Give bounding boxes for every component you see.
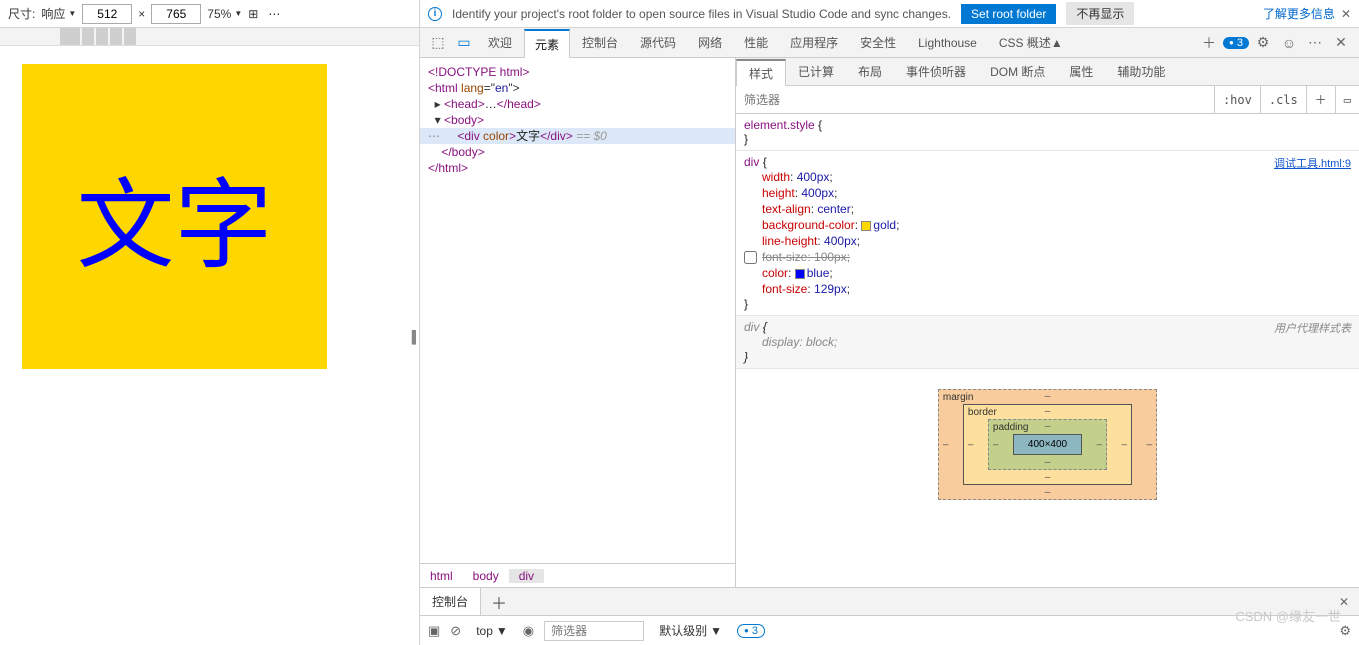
close-icon[interactable]: ✕ xyxy=(1341,7,1351,21)
device-icon[interactable]: ▭ xyxy=(452,34,476,51)
subtab-dombp[interactable]: DOM 断点 xyxy=(978,58,1057,85)
computed-toggle-icon[interactable]: ▭ xyxy=(1335,86,1359,113)
subtab-listeners[interactable]: 事件侦听器 xyxy=(894,58,978,85)
add-tab-icon[interactable]: ＋ xyxy=(1197,33,1221,53)
root-folder-notification: i Identify your project's root folder to… xyxy=(420,0,1359,27)
crumb-div[interactable]: div xyxy=(509,569,544,583)
console-filter-input[interactable] xyxy=(544,621,644,641)
console-sidebar-icon[interactable]: ▣ xyxy=(428,623,440,639)
learn-more-link[interactable]: 了解更多信息✕ xyxy=(1263,5,1351,22)
set-root-button[interactable]: Set root folder xyxy=(961,4,1056,24)
cls-toggle[interactable]: .cls xyxy=(1260,86,1306,113)
dim-x: × xyxy=(138,7,145,21)
tab-performance[interactable]: 性能 xyxy=(734,28,778,57)
drawer-add-icon[interactable]: ＋ xyxy=(481,590,517,614)
crumb-html[interactable]: html xyxy=(420,569,463,583)
pane-resizer[interactable]: ▌ xyxy=(412,317,420,357)
tab-security[interactable]: 安全性 xyxy=(850,28,906,57)
tab-sources[interactable]: 源代码 xyxy=(630,28,686,57)
crumb-body[interactable]: body xyxy=(463,569,509,583)
console-settings-icon[interactable]: ⚙ xyxy=(1339,623,1351,639)
console-issues-chip[interactable]: 3 xyxy=(737,624,765,638)
clear-console-icon[interactable]: ⊘ xyxy=(450,623,461,639)
tab-welcome[interactable]: 欢迎 xyxy=(478,28,522,57)
subtab-styles[interactable]: 样式 xyxy=(736,59,786,86)
styles-filter-input[interactable] xyxy=(736,86,1214,113)
selected-node[interactable]: ⋯ <div color>文字</div> == $0 xyxy=(420,128,735,144)
rendered-text: 文字 xyxy=(76,146,272,288)
rendered-div: 文字 xyxy=(22,64,327,369)
tab-lighthouse[interactable]: Lighthouse xyxy=(908,28,987,57)
inspect-icon[interactable]: ⬚ xyxy=(426,34,450,51)
subtab-layout[interactable]: 布局 xyxy=(846,58,894,85)
preview-pane: 文字 ▌ xyxy=(0,28,420,645)
dismiss-button[interactable]: 不再显示 xyxy=(1066,2,1134,25)
hov-toggle[interactable]: :hov xyxy=(1214,86,1260,113)
issues-chip[interactable]: 3 xyxy=(1223,37,1249,49)
notif-message: Identify your project's root folder to o… xyxy=(452,7,951,21)
feedback-icon[interactable]: ☺ xyxy=(1277,35,1301,51)
tab-css-overview[interactable]: CSS 概述 ▲ xyxy=(989,28,1073,57)
styles-subtabs: 样式 已计算 布局 事件侦听器 DOM 断点 属性 辅助功能 xyxy=(736,58,1359,86)
device-toolbar: 尺寸: 响应▼ × 75%▼ ⊞ ⋯ xyxy=(0,0,420,27)
width-input[interactable] xyxy=(82,4,132,24)
subtab-props[interactable]: 属性 xyxy=(1057,58,1105,85)
ruler xyxy=(0,28,419,46)
subtab-a11y[interactable]: 辅助功能 xyxy=(1105,58,1177,85)
settings-icon[interactable]: ⚙ xyxy=(1251,34,1275,51)
tab-elements[interactable]: 元素 xyxy=(524,29,570,58)
drawer-close-icon[interactable]: ✕ xyxy=(1329,595,1359,609)
breadcrumb: html body div xyxy=(420,563,735,587)
size-label: 尺寸: xyxy=(8,5,35,22)
devtools-tabbar: ⬚ ▭ 欢迎 元素 控制台 源代码 网络 性能 应用程序 安全性 Lightho… xyxy=(420,28,1359,58)
console-drawer: 控制台 ＋ ✕ ▣ ⊘ top ▼ ◉ 默认级别 ▼ 3 ⚙ xyxy=(420,587,1359,645)
device-more-icon[interactable]: ⋯ xyxy=(264,7,286,21)
live-expr-icon[interactable]: ◉ xyxy=(523,623,534,639)
new-rule-icon[interactable]: ＋ xyxy=(1306,86,1335,113)
level-dropdown[interactable]: 默认级别 ▼ xyxy=(654,620,727,641)
prop-toggle[interactable] xyxy=(744,251,757,264)
styles-body: element.style { } 调试工具.html:9 div { widt… xyxy=(736,114,1359,587)
drawer-tab-console[interactable]: 控制台 xyxy=(420,588,481,615)
tab-application[interactable]: 应用程序 xyxy=(780,28,848,57)
close-devtools-icon[interactable]: ✕ xyxy=(1329,34,1353,51)
rotate-icon[interactable]: ⊞ xyxy=(248,7,258,21)
responsive-dropdown[interactable]: 响应▼ xyxy=(41,5,76,22)
subtab-computed[interactable]: 已计算 xyxy=(786,58,846,85)
height-input[interactable] xyxy=(151,4,201,24)
tab-network[interactable]: 网络 xyxy=(688,28,732,57)
dom-tree[interactable]: <!DOCTYPE html> <html lang="en"> ▸ <head… xyxy=(420,58,735,563)
info-icon: i xyxy=(428,7,442,21)
more-icon[interactable]: ⋯ xyxy=(1303,34,1327,51)
tab-console[interactable]: 控制台 xyxy=(572,28,628,57)
box-model: margin –––– border –––– padding –––– 400… xyxy=(736,369,1359,520)
context-dropdown[interactable]: top ▼ xyxy=(471,622,513,640)
zoom-dropdown[interactable]: 75%▼ xyxy=(207,7,242,21)
